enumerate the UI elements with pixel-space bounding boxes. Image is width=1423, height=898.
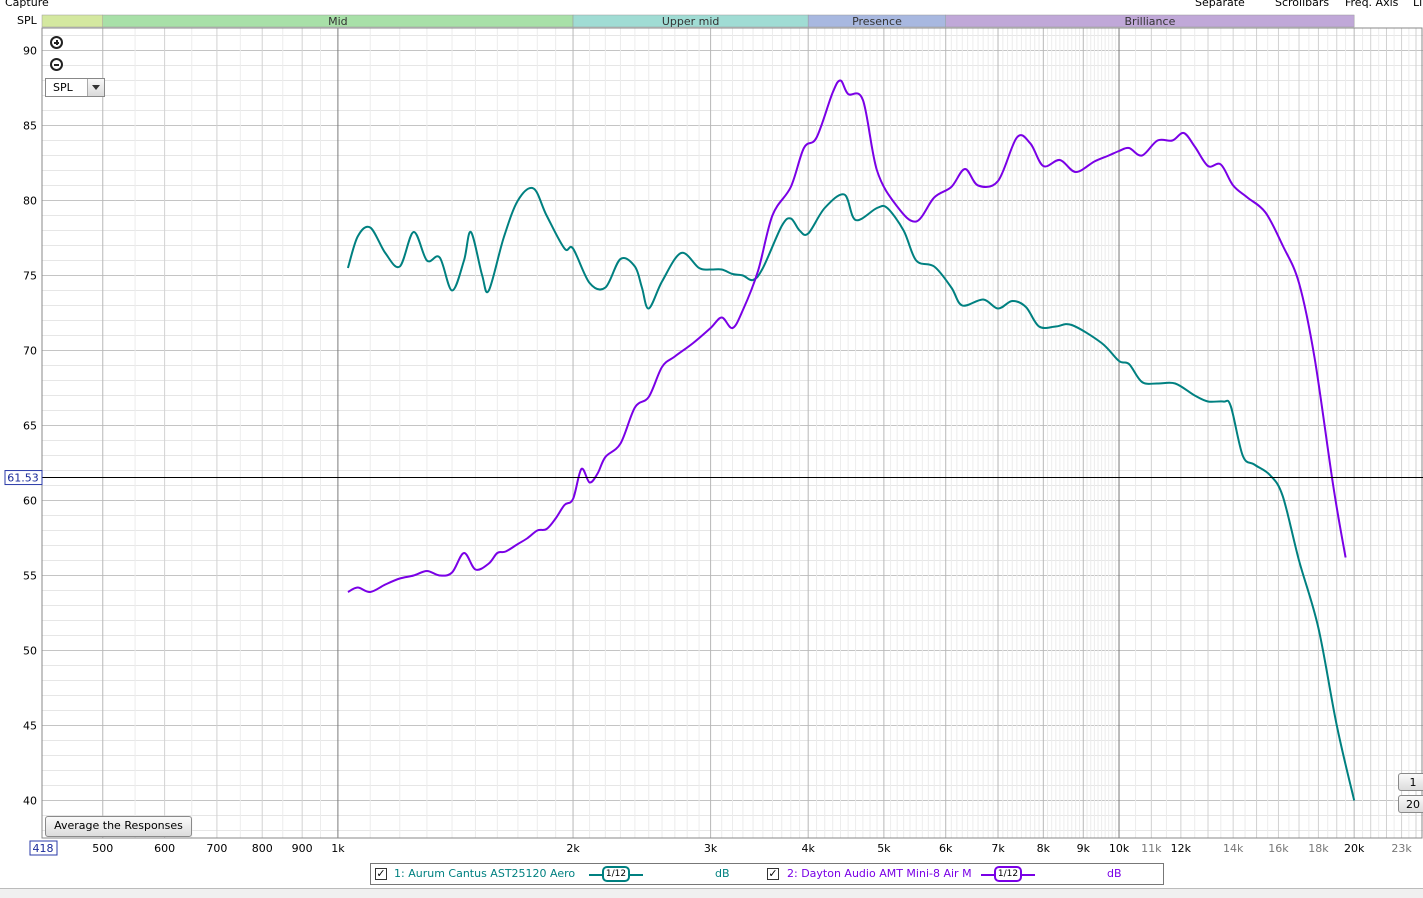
x-axis-ticks: 500 600 700 800 900 1k 2k 3k 4k 5k 6k 7k 8k 9k 10k 11k 1… (29, 840, 1412, 856)
x-tick-label: 7k (991, 842, 1005, 855)
band-label-5: Brilliance (1125, 15, 1176, 28)
x-tick-label: 11k (1141, 842, 1162, 855)
x-tick-label: 9k (1077, 842, 1091, 855)
x-tick-label: 1k (331, 842, 345, 855)
legend-label-1[interactable]: 1: Aurum Cantus AST25120 Aero (394, 867, 575, 880)
y-tick-label: 50 (23, 645, 37, 658)
y-tick-label: 90 (23, 45, 37, 58)
y-axis-ticks: 40 45 50 55 60 65 70 75 80 85 90 (23, 45, 37, 808)
x-tick-label: 3k (704, 842, 718, 855)
zoom-in-icon[interactable] (50, 36, 63, 49)
y-axis-select-value: SPL (53, 81, 73, 94)
zoom-out-icon[interactable] (50, 58, 63, 71)
capture-label[interactable]: Capture (5, 0, 49, 9)
legend-unit-2: dB (1107, 867, 1122, 880)
x-tick-label: 8k (1037, 842, 1051, 855)
y-tick-label: 75 (23, 270, 37, 283)
legend-checkbox-2[interactable]: ✓ (767, 868, 779, 880)
y-axis-select[interactable]: SPL (45, 78, 105, 97)
x-tick-label: 14k (1223, 842, 1244, 855)
x-tick-label: 500 (92, 842, 113, 855)
cursor-value[interactable]: 61.53 (7, 472, 39, 485)
x-tick-label: 23k (1391, 842, 1412, 855)
y-tick-label: 55 (23, 570, 37, 583)
x-start-value[interactable]: 418 (33, 842, 54, 855)
right-button-2[interactable]: 20 (1398, 795, 1423, 813)
cut-off-label[interactable]: Li (1413, 0, 1422, 9)
smoothing-badge-2[interactable]: 1/12 (994, 866, 1022, 882)
legend-checkbox-1[interactable]: ✓ (375, 868, 387, 880)
x-tick-label: 10k (1109, 842, 1130, 855)
legend-bar: ✓ 1: Aurum Cantus AST25120 Aero 1/12 dB … (370, 863, 1164, 885)
x-tick-label: 600 (154, 842, 175, 855)
x-tick-label: 900 (292, 842, 313, 855)
y-axis-title: SPL (17, 14, 37, 27)
band-label-3: Upper mid (662, 15, 720, 28)
x-tick-label: 12k (1171, 842, 1192, 855)
average-responses-button[interactable]: Average the Responses (45, 816, 192, 837)
y-tick-label: 80 (23, 195, 37, 208)
spl-chart[interactable]: Mid Upper mid Presence Brilliance 40 45 50 55 6… (0, 0, 1423, 897)
y-tick-label: 65 (23, 420, 37, 433)
y-tick-label: 70 (23, 345, 37, 358)
x-tick-label: 5k (877, 842, 891, 855)
separate-label[interactable]: Separate (1195, 0, 1245, 9)
band-1[interactable] (41, 14, 104, 28)
y-tick-label: 45 (23, 720, 37, 733)
x-tick-label: 6k (939, 842, 953, 855)
x-tick-label: 800 (252, 842, 273, 855)
legend-label-2[interactable]: 2: Dayton Audio AMT Mini-8 Air M (787, 867, 972, 880)
legend-unit-1: dB (715, 867, 730, 880)
y-tick-label: 60 (23, 495, 37, 508)
scrollbars-label[interactable]: Scrollbars (1275, 0, 1329, 9)
x-tick-label: 18k (1308, 842, 1329, 855)
x-tick-label: 2k (566, 842, 580, 855)
freq-axis-label[interactable]: Freq. Axis (1345, 0, 1398, 9)
x-tick-label: 20k (1344, 842, 1365, 855)
band-label-2: Mid (328, 15, 348, 28)
chevron-down-icon[interactable] (87, 79, 104, 96)
smoothing-badge-1[interactable]: 1/12 (602, 866, 630, 882)
band-label-4: Presence (852, 15, 902, 28)
x-tick-label: 700 (206, 842, 227, 855)
x-tick-label: 4k (801, 842, 815, 855)
y-tick-label: 85 (23, 120, 37, 133)
y-tick-label: 40 (23, 795, 37, 808)
right-button-1[interactable]: 1 (1398, 773, 1423, 791)
x-tick-label: 16k (1268, 842, 1289, 855)
